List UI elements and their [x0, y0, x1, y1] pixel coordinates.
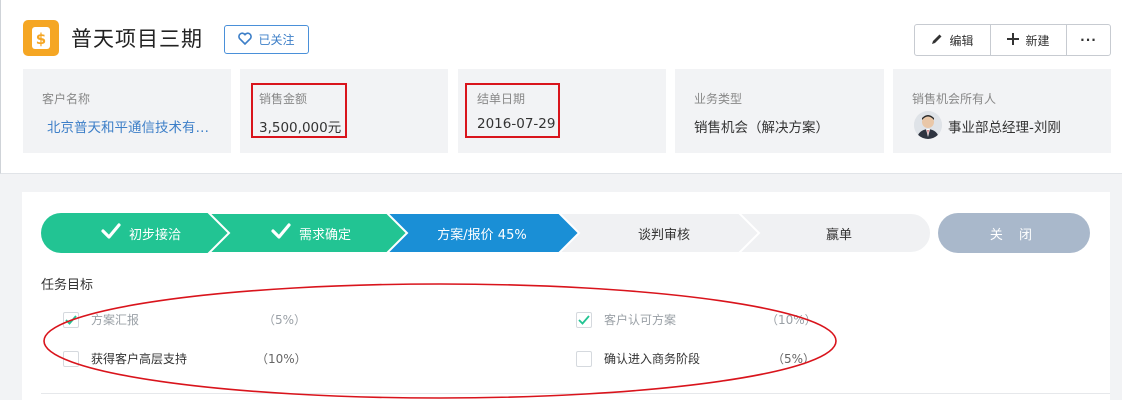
stage-label: 初步接洽	[128, 227, 181, 243]
stage-label: 谈判审核	[637, 227, 690, 243]
action-button-group: 编辑 新建 ···	[914, 24, 1111, 56]
task-checkbox[interactable]	[576, 311, 592, 328]
stage-panel: 初步接洽 需求确定 方案/报价 45% 谈判审核 赢单 关 闭 任务目标 方案汇…	[22, 192, 1110, 400]
plus-icon	[1007, 32, 1020, 48]
more-icon: ···	[1080, 33, 1097, 47]
stage-5: 赢单	[759, 213, 919, 253]
task-label: 客户认可方案	[604, 313, 677, 327]
pencil-icon	[931, 33, 943, 48]
owner-name[interactable]: 事业部总经理-刘刚	[948, 116, 1061, 136]
new-label: 新建	[1025, 33, 1050, 48]
field-value: 销售机会（解决方案）	[694, 120, 829, 136]
edit-label: 编辑	[949, 33, 974, 48]
stage-4: 谈判审核	[579, 213, 749, 253]
task-checkbox[interactable]	[63, 350, 79, 367]
more-button[interactable]: ···	[1067, 25, 1110, 55]
edit-button[interactable]: 编辑	[915, 25, 991, 55]
close-opportunity-button[interactable]: 关 闭	[938, 213, 1090, 253]
key-fields: 客户名称 北京普天和平通信技术有… 销售金额 3,500,000元 结单日期 2…	[23, 69, 1111, 153]
check-icon	[271, 223, 291, 243]
heart-icon	[238, 31, 253, 48]
field-business-type: 业务类型 销售机会（解决方案）	[675, 69, 884, 153]
follow-label: 已关注	[258, 33, 295, 47]
field-owner: 销售机会所有人 事业部总经理-刘刚	[893, 69, 1111, 153]
stage-2: 需求确定	[231, 213, 391, 253]
field-label: 业务类型	[694, 92, 743, 106]
task-checkbox[interactable]	[63, 311, 79, 328]
task-checkbox[interactable]	[576, 350, 592, 367]
follow-button[interactable]: 已关注	[224, 25, 309, 54]
field-label: 客户名称	[42, 92, 91, 106]
new-button[interactable]: 新建	[991, 25, 1067, 55]
task-percent: （10%）	[766, 313, 817, 327]
highlight-amount	[251, 83, 347, 138]
check-icon	[101, 223, 121, 243]
task-label: 确认进入商务阶段	[604, 352, 701, 366]
task-item: 确认进入商务阶段 （5%）	[576, 350, 815, 367]
stage-label: 方案/报价 45%	[437, 227, 527, 243]
record-header: $ 普天项目三期 已关注 编辑 新建 ··· 客户名称 北京普天和平通信技术有…	[0, 0, 1122, 174]
task-label: 方案汇报	[91, 313, 140, 327]
task-section-title: 任务目标	[41, 278, 94, 293]
field-label: 销售机会所有人	[912, 92, 997, 106]
svg-text:$: $	[36, 30, 46, 48]
stage-3: 方案/报价 45%	[407, 213, 557, 253]
opportunity-icon: $	[23, 20, 59, 56]
task-item: 方案汇报 （5%）	[63, 311, 306, 328]
stage-progress: 初步接洽 需求确定 方案/报价 45% 谈判审核 赢单	[41, 213, 1071, 253]
task-item: 客户认可方案 （10%）	[576, 311, 817, 328]
customer-link[interactable]: 北京普天和平通信技术有…	[47, 116, 209, 136]
avatar[interactable]	[914, 111, 942, 139]
stage-label: 赢单	[825, 227, 852, 243]
task-percent: （5%）	[772, 352, 816, 366]
task-item: 获得客户高层支持 （10%）	[63, 350, 307, 367]
stage-label: 需求确定	[298, 227, 351, 243]
task-label: 获得客户高层支持	[91, 352, 188, 366]
stage-1: 初步接洽	[61, 213, 221, 253]
task-percent: （5%）	[263, 313, 307, 327]
divider	[41, 393, 1110, 394]
checkmark-icon	[578, 314, 590, 325]
checkmark-icon	[65, 314, 77, 325]
field-customer: 客户名称 北京普天和平通信技术有…	[23, 69, 231, 153]
task-percent: （10%）	[256, 352, 307, 366]
page-title: 普天项目三期	[71, 27, 203, 51]
highlight-close-date	[465, 83, 560, 138]
